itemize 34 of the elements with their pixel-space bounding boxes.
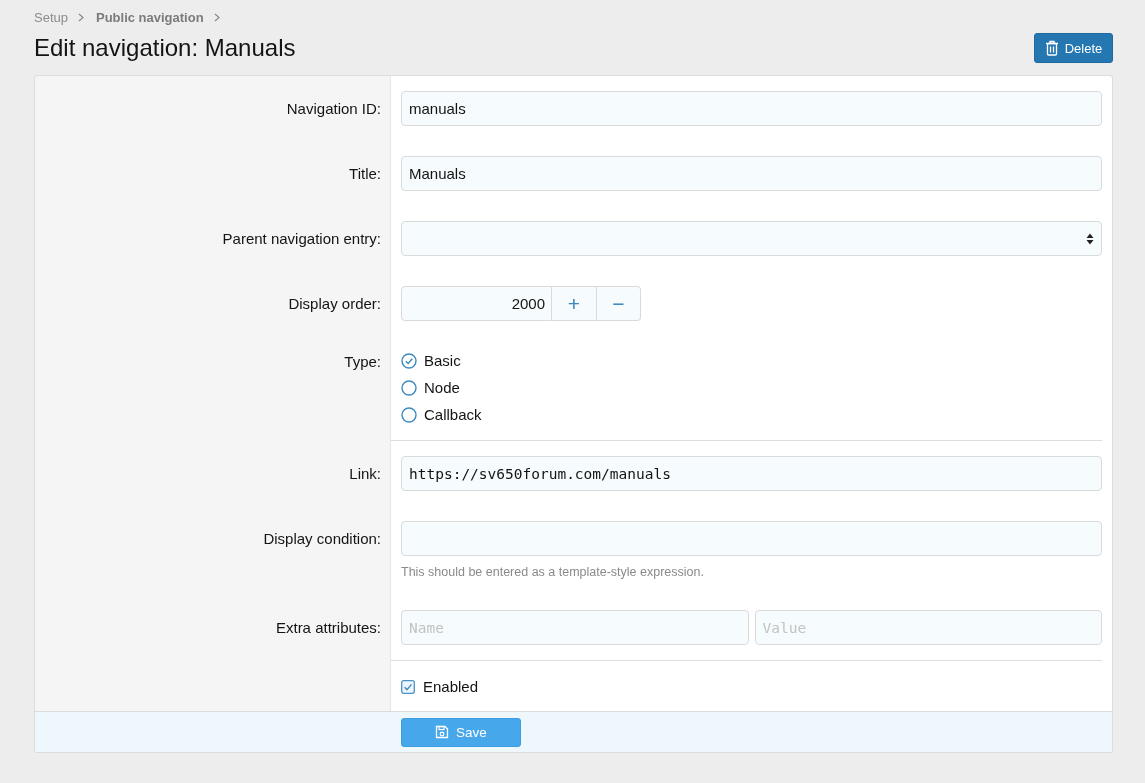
hint-text: This should be entered as a template-style expression. [401, 565, 705, 580]
input-field[interactable]: https://sv650forum.com/manuals [401, 456, 1102, 491]
chevron-icon [213, 12, 220, 22]
increase-button[interactable]: + [552, 286, 597, 321]
page-title: Edit navigation: Manuals [34, 33, 296, 63]
field-label: Parent navigation entry: [222, 229, 381, 249]
radio-icon[interactable] [401, 406, 417, 423]
decrease-button[interactable]: − [597, 286, 641, 321]
chevron-icon [78, 12, 84, 22]
radio-checked-icon[interactable] [401, 352, 417, 369]
input-field[interactable]: Manuals [401, 156, 1102, 191]
checkbox-checked-icon[interactable] [401, 679, 415, 694]
field-label: Title: [349, 164, 381, 184]
number-field[interactable]: 2000 [401, 286, 552, 321]
trash-icon [1044, 40, 1059, 56]
checkbox-option[interactable]: Enabled [401, 673, 479, 700]
field-label: Type: [344, 352, 381, 372]
input-field[interactable]: Value [754, 610, 1102, 645]
breadcrumb-link[interactable]: Public navigation [96, 9, 204, 25]
input-field[interactable] [401, 521, 1102, 556]
input-field[interactable]: manuals [401, 91, 1102, 126]
select-field[interactable] [401, 221, 1102, 256]
field-label: Navigation ID: [286, 99, 381, 119]
radio-option[interactable]: Callback [401, 401, 482, 428]
field-label: Extra attributes: [275, 618, 381, 638]
caret-icon [1086, 232, 1094, 245]
radio-icon[interactable] [401, 379, 417, 396]
field-label: Display condition: [263, 529, 381, 549]
radio-option[interactable]: Node [401, 374, 460, 401]
input-field[interactable]: Name [401, 610, 749, 645]
field-label: Display order: [288, 294, 381, 314]
field-label: Link: [349, 464, 381, 484]
delete-button[interactable]: Delete [1034, 33, 1113, 63]
radio-option[interactable]: Basic [401, 347, 461, 374]
